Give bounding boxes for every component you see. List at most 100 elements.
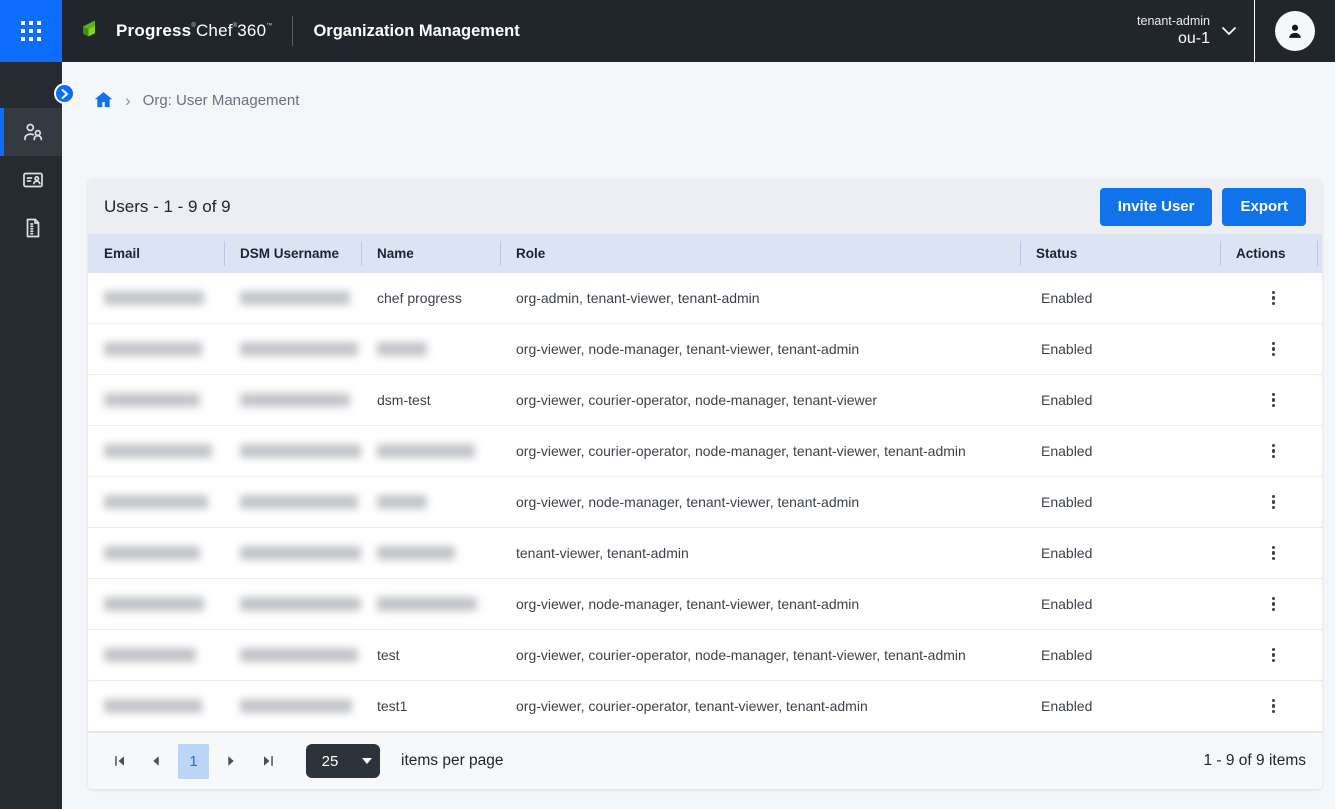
redacted-email [104,699,202,713]
redacted-name [377,495,427,509]
cell-actions [1225,324,1322,374]
redacted-email [104,546,200,560]
card-header: Users - 1 - 9 of 9 Invite User Export [88,179,1322,234]
column-header-dsm-username[interactable]: DSM Username [224,234,361,273]
redacted-dsm-username [240,291,350,305]
role-list: org-viewer, node-manager, tenant-viewer,… [516,341,859,357]
role-list: org-viewer, node-manager, tenant-viewer,… [516,494,859,510]
brand-logo: Progress®Chef®360™ [82,0,272,62]
cell-name: dsm-test [361,375,500,425]
sidebar [0,62,62,809]
cell-name [361,528,500,578]
row-actions-kebab-button[interactable] [1262,642,1285,669]
export-button[interactable]: Export [1222,188,1306,226]
sidebar-item-users[interactable] [0,108,62,156]
items-per-page-label: items per page [401,752,504,770]
cell-status: Enabled [1025,579,1225,629]
cell-status: Enabled [1025,528,1225,578]
cell-status: Enabled [1025,681,1225,731]
table-title: Users - 1 - 9 of 9 [104,197,231,217]
column-header-actions[interactable]: Actions [1220,234,1317,273]
app-launcher-button[interactable] [0,0,62,62]
progress-logo-icon [82,19,108,43]
row-actions-kebab-button[interactable] [1262,693,1285,720]
cell-role: org-viewer, courier-operator, node-manag… [500,426,1025,476]
cell-role: org-viewer, node-manager, tenant-viewer,… [500,579,1025,629]
id-card-icon [21,168,45,192]
cell-email [88,579,224,629]
tenant-switcher[interactable]: tenant-admin ou-1 [1137,0,1236,62]
cell-status: Enabled [1025,630,1225,680]
cell-dsm-username [224,375,361,425]
page-number-button[interactable]: 1 [178,744,209,779]
cell-actions [1225,273,1322,323]
table-row: org-viewer, node-manager, tenant-viewer,… [88,324,1322,375]
topbar-divider [292,16,293,46]
redacted-dsm-username [240,342,358,356]
cell-role: tenant-viewer, tenant-admin [500,528,1025,578]
sidebar-item-document[interactable] [0,204,62,252]
user-name: test1 [377,698,407,714]
main-content: › Org: User Management Users - 1 - 9 of … [62,62,1335,809]
column-header-gutter [1317,234,1322,273]
role-list: org-admin, tenant-viewer, tenant-admin [516,290,760,306]
cell-email [88,630,224,680]
cell-actions [1225,375,1322,425]
redacted-dsm-username [240,546,361,560]
last-page-button[interactable] [253,746,283,776]
first-page-button[interactable] [104,746,134,776]
pagination-bar: 1 25 [88,732,1322,789]
cell-role: org-admin, tenant-viewer, tenant-admin [500,273,1025,323]
sidebar-expand-button[interactable] [54,83,75,104]
redacted-name [377,444,475,458]
role-list: org-viewer, courier-operator, node-manag… [516,392,877,408]
column-header-name[interactable]: Name [361,234,500,273]
redacted-email [104,648,196,662]
role-list: org-viewer, courier-operator, node-manag… [516,647,966,663]
cell-email [88,375,224,425]
previous-page-button[interactable] [141,746,171,776]
row-actions-kebab-button[interactable] [1262,285,1285,312]
row-actions-kebab-button[interactable] [1262,540,1285,567]
org-unit-label: ou-1 [1137,29,1210,49]
page-title: Organization Management [313,22,519,41]
column-header-role[interactable]: Role [500,234,1020,273]
cell-dsm-username [224,681,361,731]
sidebar-item-id-card[interactable] [0,156,62,204]
cell-dsm-username [224,579,361,629]
previous-page-icon [150,755,162,767]
row-actions-kebab-button[interactable] [1262,489,1285,516]
cell-name [361,426,500,476]
row-actions-kebab-button[interactable] [1262,591,1285,618]
dropdown-arrow-icon [354,758,380,764]
row-actions-kebab-button[interactable] [1262,438,1285,465]
table-row: chef progress org-admin, tenant-viewer, … [88,273,1322,324]
next-page-button[interactable] [216,746,246,776]
column-header-email[interactable]: Email [88,234,224,273]
row-actions-kebab-button[interactable] [1262,336,1285,363]
invite-user-button[interactable]: Invite User [1100,188,1213,226]
cell-email [88,273,224,323]
status-value: Enabled [1041,341,1092,357]
home-icon[interactable] [94,91,113,109]
user-name: test [377,647,400,663]
cell-email [88,324,224,374]
chevron-down-icon [1222,27,1236,35]
redacted-dsm-username [240,699,352,713]
status-value: Enabled [1041,494,1092,510]
cell-dsm-username [224,324,361,374]
users-icon [21,120,45,144]
document-icon [21,216,45,240]
cell-dsm-username [224,528,361,578]
redacted-dsm-username [240,597,361,611]
cell-role: org-viewer, courier-operator, node-manag… [500,630,1025,680]
role-list: tenant-viewer, tenant-admin [516,545,689,561]
cell-status: Enabled [1025,273,1225,323]
brand-name: Progress®Chef®360™ [116,21,272,41]
row-actions-kebab-button[interactable] [1262,387,1285,414]
cell-dsm-username [224,426,361,476]
user-name: chef progress [377,290,462,306]
page-size-select[interactable]: 25 [306,744,380,778]
column-header-status[interactable]: Status [1020,234,1220,273]
user-avatar-button[interactable] [1255,0,1335,62]
